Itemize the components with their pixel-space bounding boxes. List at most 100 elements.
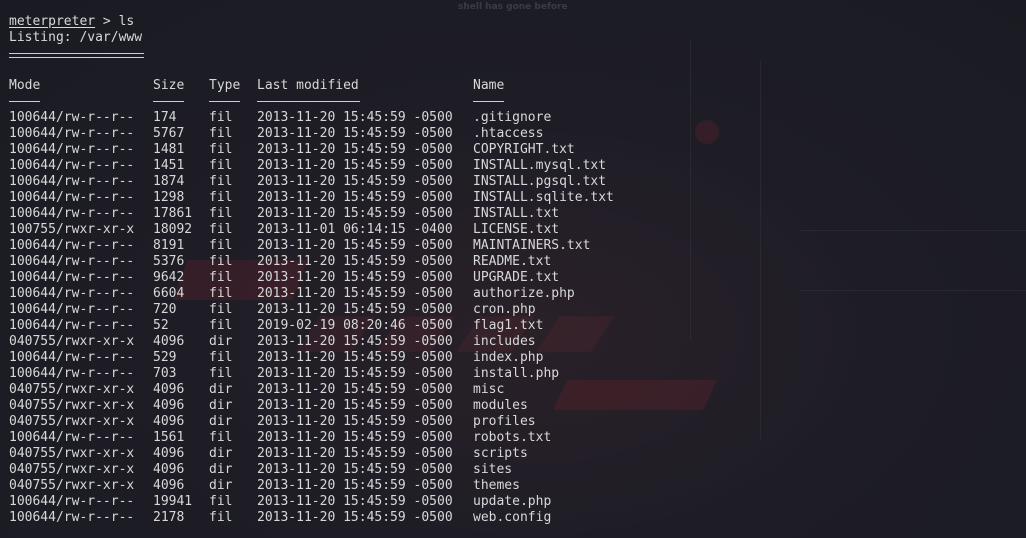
table-row: 100644/rw-r--r-- 8191 fil 2013-11-20 15:45:… (0, 238, 1026, 254)
cell-type: fil (209, 270, 233, 285)
table-row: 100755/rwxr-xr-x 18092 fil 2013-11-01 06:14… (0, 222, 1026, 238)
command-line: meterpreter > ls (9, 14, 134, 30)
cell-last-modified: 2013-11-20 15:45:59 -0500 (257, 334, 453, 349)
cell-last-modified: 2013-11-20 15:45:59 -0500 (257, 158, 453, 173)
cell-size: 52 (153, 318, 169, 333)
cell-last-modified: 2013-11-20 15:45:59 -0500 (257, 286, 453, 301)
table-row: 100644/rw-r--r-- 1561 fil 2013-11-20 15:45:… (0, 430, 1026, 446)
cell-type: dir (209, 414, 233, 429)
column-header-mode: Mode (9, 78, 41, 93)
cell-size: 703 (153, 366, 177, 381)
cell-type: fil (209, 366, 233, 381)
prompt-label: meterpreter (9, 14, 96, 29)
table-row: 100644/rw-r--r-- 1298 fil 2013-11-20 15:45:… (0, 190, 1026, 206)
cell-type: fil (209, 286, 233, 301)
cell-type: fil (209, 174, 233, 189)
column-rule-last-modified (257, 101, 360, 102)
cell-last-modified: 2013-11-20 15:45:59 -0500 (257, 446, 453, 461)
table-row: 040755/rwxr-xr-x 4096 dir 2013-11-20 15:45:… (0, 382, 1026, 398)
table-row: 040755/rwxr-xr-x 4096 dir 2013-11-20 15:45:… (0, 334, 1026, 350)
cell-last-modified: 2013-11-20 15:45:59 -0500 (257, 126, 453, 141)
column-rule-mode (9, 101, 40, 102)
cell-last-modified: 2013-11-20 15:45:59 -0500 (257, 110, 453, 125)
cell-size: 8191 (153, 238, 185, 253)
table-row: 100644/rw-r--r-- 703 fil 2013-11-20 15:45:5… (0, 366, 1026, 382)
cell-name: includes (473, 334, 536, 349)
cell-name: install.php (473, 366, 560, 381)
cell-name: COPYRIGHT.txt (473, 142, 575, 157)
table-row: 100644/rw-r--r-- 2178 fil 2013-11-20 15:45:… (0, 510, 1026, 526)
cell-type: fil (209, 126, 233, 141)
cell-type: fil (209, 302, 233, 317)
cell-type: dir (209, 478, 233, 493)
cell-name: misc (473, 382, 505, 397)
cell-type: fil (209, 430, 233, 445)
column-header-last-modified: Last modified (257, 78, 359, 93)
cell-name: INSTALL.sqlite.txt (473, 190, 614, 205)
cell-type: fil (209, 510, 233, 525)
cell-name: sites (473, 462, 513, 477)
cell-size: 4096 (153, 398, 185, 413)
cell-mode: 100644/rw-r--r-- (9, 430, 135, 445)
cell-last-modified: 2013-11-20 15:45:59 -0500 (257, 462, 453, 477)
cell-name: cron.php (473, 302, 536, 317)
table-row: 100644/rw-r--r-- 174 fil 2013-11-20 15:45:5… (0, 110, 1026, 126)
cell-last-modified: 2013-11-20 15:45:59 -0500 (257, 366, 453, 381)
cell-mode: 040755/rwxr-xr-x (9, 414, 135, 429)
cell-size: 4096 (153, 446, 185, 461)
cell-size: 6604 (153, 286, 185, 301)
column-rule-size (153, 101, 184, 102)
cell-mode: 040755/rwxr-xr-x (9, 334, 135, 349)
cell-type: dir (209, 398, 233, 413)
cell-size: 5376 (153, 254, 185, 269)
cell-size: 1874 (153, 174, 185, 189)
table-row: 040755/rwxr-xr-x 4096 dir 2013-11-20 15:45:… (0, 414, 1026, 430)
cell-mode: 100644/rw-r--r-- (9, 206, 135, 221)
cell-name: README.txt (473, 254, 552, 269)
cell-type: fil (209, 350, 233, 365)
cell-mode: 040755/rwxr-xr-x (9, 462, 135, 477)
table-row: 040755/rwxr-xr-x 4096 dir 2013-11-20 15:45:… (0, 446, 1026, 462)
cell-name: themes (473, 478, 520, 493)
cell-last-modified: 2013-11-20 15:45:59 -0500 (257, 494, 453, 509)
cell-last-modified: 2013-11-20 15:45:59 -0500 (257, 142, 453, 157)
cell-type: fil (209, 254, 233, 269)
listing-path: Listing: /var/www (9, 30, 143, 45)
cell-size: 18092 (153, 222, 193, 237)
table-row: 100644/rw-r--r-- 5767 fil 2013-11-20 15:45:… (0, 126, 1026, 142)
cell-name: MAINTAINERS.txt (473, 238, 591, 253)
cell-last-modified: 2019-02-19 08:20:46 -0500 (257, 318, 453, 333)
cell-mode: 100644/rw-r--r-- (9, 494, 135, 509)
cell-name: web.config (473, 510, 552, 525)
cell-mode: 100644/rw-r--r-- (9, 110, 135, 125)
cell-size: 2178 (153, 510, 185, 525)
cell-last-modified: 2013-11-20 15:45:59 -0500 (257, 382, 453, 397)
cell-type: dir (209, 462, 233, 477)
table-row: 100644/rw-r--r-- 9642 fil 2013-11-20 15:45:… (0, 270, 1026, 286)
table-row: 100644/rw-r--r-- 17861 fil 2013-11-20 15:45… (0, 206, 1026, 222)
table-row: 100644/rw-r--r-- 720 fil 2013-11-20 15:45:5… (0, 302, 1026, 318)
cell-size: 529 (153, 350, 177, 365)
cell-mode: 100644/rw-r--r-- (9, 238, 135, 253)
cell-name: flag1.txt (473, 318, 544, 333)
cell-size: 174 (153, 110, 177, 125)
cell-size: 4096 (153, 334, 185, 349)
cell-size: 4096 (153, 462, 185, 477)
terminal-window[interactable]: shell has gone before ▰▰▰▰ meterpreter >… (0, 0, 1026, 538)
table-row: 100644/rw-r--r-- 1874 fil 2013-11-20 15:45:… (0, 174, 1026, 190)
cell-mode: 100644/rw-r--r-- (9, 158, 135, 173)
cell-name: robots.txt (473, 430, 552, 445)
cell-name: INSTALL.pgsql.txt (473, 174, 607, 189)
cell-size: 5767 (153, 126, 185, 141)
column-header-name: Name (473, 78, 505, 93)
table-row: 100644/rw-r--r-- 52 fil 2019-02-19 08:20:46… (0, 318, 1026, 334)
cell-mode: 040755/rwxr-xr-x (9, 446, 135, 461)
cell-name: profiles (473, 414, 536, 429)
cell-type: fil (209, 238, 233, 253)
cell-size: 1481 (153, 142, 185, 157)
cell-last-modified: 2013-11-20 15:45:59 -0500 (257, 430, 453, 445)
cell-mode: 100644/rw-r--r-- (9, 254, 135, 269)
cell-type: fil (209, 110, 233, 125)
cell-name: .gitignore (473, 110, 552, 125)
cell-name: .htaccess (473, 126, 544, 141)
